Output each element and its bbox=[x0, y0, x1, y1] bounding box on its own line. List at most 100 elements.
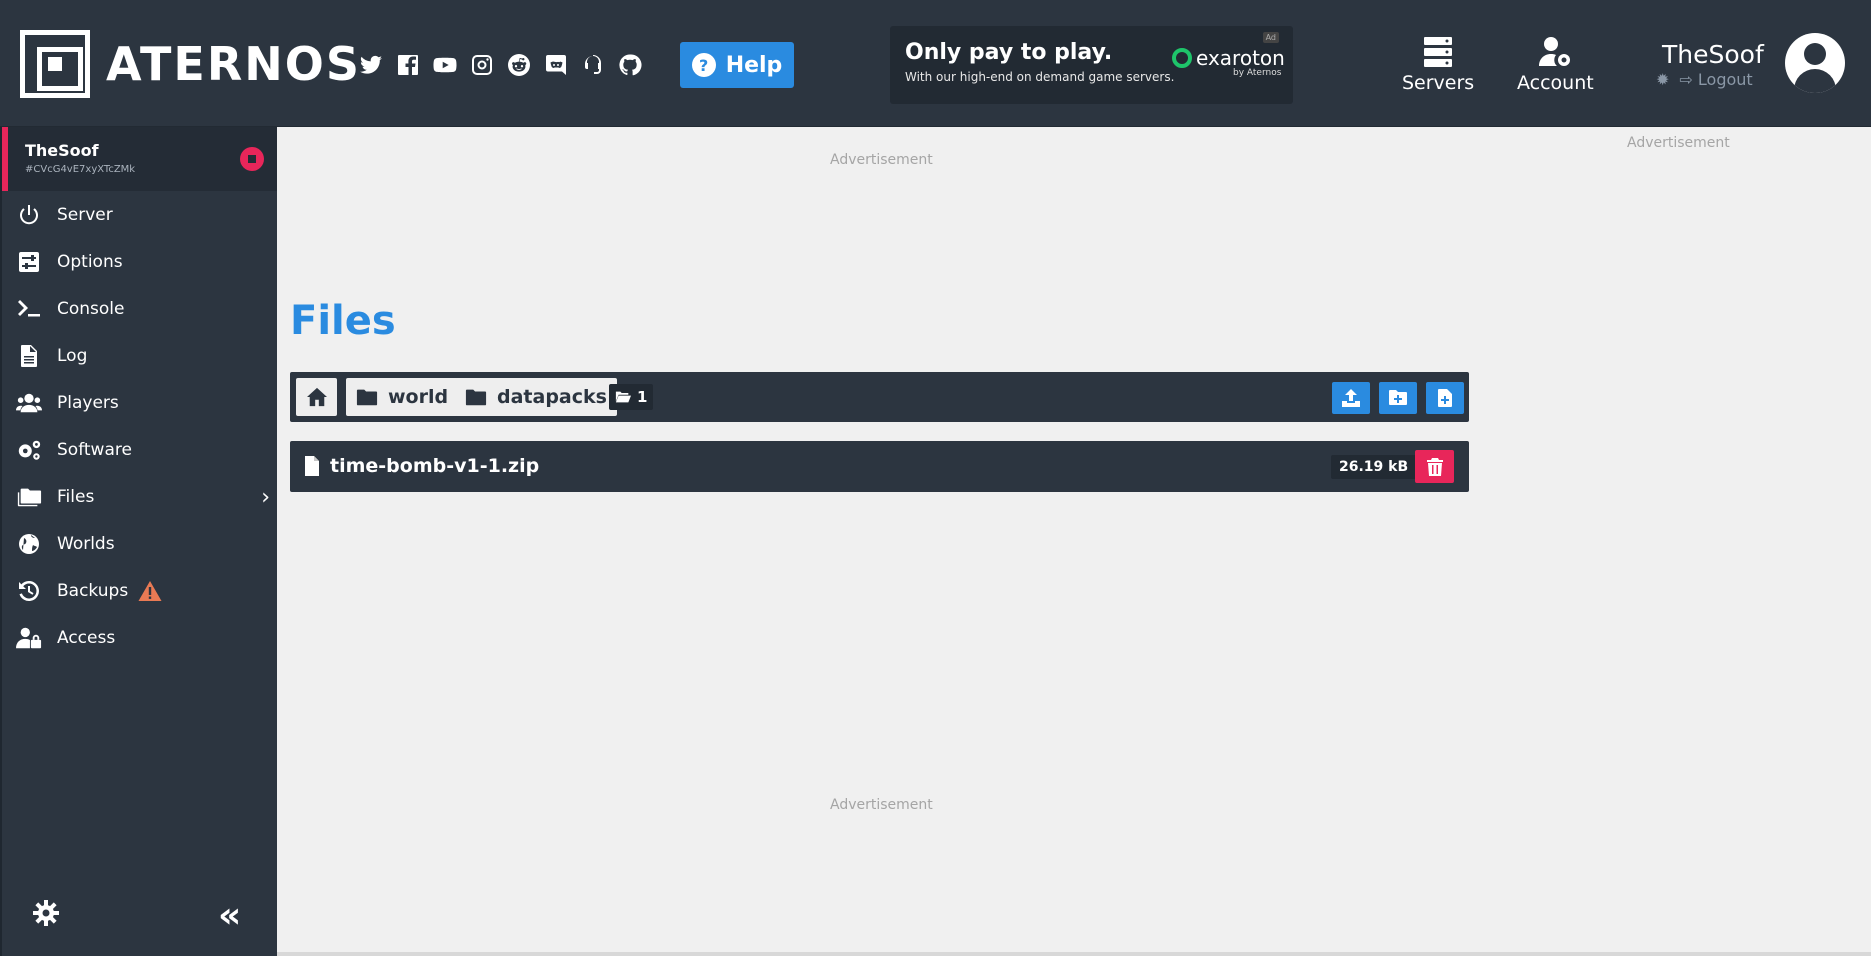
file-size: 26.19 kB bbox=[1331, 455, 1417, 479]
new-file-icon bbox=[1438, 389, 1452, 407]
servers-icon bbox=[1424, 37, 1453, 67]
sidebar-item-label: Log bbox=[57, 346, 88, 366]
user-name[interactable]: TheSoof bbox=[1662, 40, 1764, 69]
bottom-divider bbox=[277, 952, 1871, 956]
social-links bbox=[358, 52, 643, 78]
top-bar: ATERNOS ? Help Only pay to play. With ou… bbox=[0, 0, 1871, 127]
breadcrumb-folder[interactable]: datapacks bbox=[455, 378, 617, 416]
folder-icon bbox=[465, 389, 487, 406]
youtube-icon[interactable] bbox=[432, 52, 458, 78]
sliders-icon bbox=[16, 250, 48, 274]
power-icon bbox=[16, 203, 48, 227]
sidebar-item-label: Options bbox=[57, 252, 123, 272]
breadcrumb-label: world bbox=[388, 386, 449, 408]
sidebar-item-label: Players bbox=[57, 393, 119, 413]
terminal-icon bbox=[16, 297, 48, 321]
instagram-icon[interactable] bbox=[469, 52, 495, 78]
sidebar-item-access[interactable]: Access bbox=[16, 618, 278, 658]
github-icon[interactable] bbox=[617, 52, 643, 78]
aternos-logo[interactable]: ATERNOS bbox=[20, 30, 361, 98]
servers-label: Servers bbox=[1402, 72, 1475, 94]
support-headset-icon[interactable] bbox=[580, 52, 606, 78]
folder-open-icon bbox=[615, 391, 631, 403]
logout-link[interactable]: ⇨ Logout bbox=[1679, 70, 1752, 89]
sidebar-item-backups[interactable]: Backups bbox=[16, 571, 278, 611]
question-circle-icon: ? bbox=[691, 53, 716, 77]
sidebar-item-label: Console bbox=[57, 299, 125, 319]
help-button[interactable]: ? Help bbox=[680, 42, 794, 88]
sidebar-item-worlds[interactable]: Worlds bbox=[16, 524, 278, 564]
file-row[interactable]: time-bomb-v1-1.zip 26.19 kB bbox=[290, 441, 1469, 492]
sidebar-item-server[interactable]: Server bbox=[16, 195, 278, 235]
logo-text: ATERNOS bbox=[106, 37, 361, 91]
folder-count-badge: 1 bbox=[609, 384, 654, 410]
exaroton-brand: exaroton bbox=[1196, 46, 1285, 70]
folders-icon bbox=[16, 485, 48, 509]
settings-gear-icon[interactable]: ✹ bbox=[1656, 70, 1669, 89]
new-folder-button[interactable] bbox=[1379, 382, 1417, 414]
advertisement-label: Advertisement bbox=[1627, 135, 1730, 151]
ad-subline: With our high-end on demand game servers… bbox=[905, 70, 1175, 84]
breadcrumb-folder[interactable]: world bbox=[346, 378, 459, 416]
advertisement-label: Advertisement bbox=[830, 152, 933, 168]
exaroton-by: by Aternos bbox=[1233, 68, 1282, 78]
collapse-sidebar-icon[interactable]: « bbox=[218, 895, 241, 936]
sidebar-item-log[interactable]: Log bbox=[16, 336, 278, 376]
twitter-icon[interactable] bbox=[358, 52, 384, 78]
nav-servers[interactable]: Servers bbox=[1402, 36, 1474, 94]
sidebar-item-options[interactable]: Options bbox=[16, 242, 278, 282]
reddit-icon[interactable] bbox=[506, 52, 532, 78]
user-lock-icon bbox=[16, 626, 48, 650]
server-box[interactable]: TheSoof #CVcG4vE7xyXTcZMk bbox=[2, 127, 277, 191]
users-icon bbox=[16, 391, 48, 415]
avatar[interactable] bbox=[1785, 33, 1845, 93]
chevron-right-icon: › bbox=[261, 484, 270, 510]
sidebar-item-players[interactable]: Players bbox=[16, 383, 278, 423]
sidebar-item-software[interactable]: Software bbox=[16, 430, 278, 470]
upload-icon bbox=[1342, 389, 1360, 407]
account-label: Account bbox=[1517, 72, 1594, 94]
exaroton-logo: exaroton bbox=[1172, 46, 1285, 70]
ad-headline: Only pay to play. bbox=[905, 40, 1113, 65]
folder-icon bbox=[356, 389, 378, 406]
page-title: Files bbox=[290, 298, 396, 344]
upload-button[interactable] bbox=[1332, 382, 1370, 414]
sidebar-item-label: Server bbox=[57, 205, 113, 225]
file-name[interactable]: time-bomb-v1-1.zip bbox=[330, 455, 539, 477]
document-icon bbox=[16, 344, 48, 368]
new-file-button[interactable] bbox=[1426, 382, 1464, 414]
sidebar: TheSoof #CVcG4vE7xyXTcZMk Server Options… bbox=[0, 127, 277, 956]
home-icon bbox=[306, 387, 327, 407]
user-cog-icon bbox=[1539, 37, 1571, 66]
folder-count: 1 bbox=[637, 388, 648, 406]
sidebar-item-label: Worlds bbox=[57, 534, 115, 554]
sidebar-item-label: Access bbox=[57, 628, 116, 648]
facebook-icon[interactable] bbox=[395, 52, 421, 78]
history-icon bbox=[16, 579, 48, 603]
delete-file-button[interactable] bbox=[1415, 450, 1454, 483]
sidebar-item-label: Files bbox=[57, 487, 95, 507]
settings-gear-icon[interactable] bbox=[32, 899, 60, 927]
breadcrumb-label: datapacks bbox=[497, 386, 607, 408]
new-folder-icon bbox=[1389, 390, 1407, 405]
advertisement-label: Advertisement bbox=[830, 797, 933, 813]
sidebar-item-label: Software bbox=[57, 440, 132, 460]
server-status-stop-icon[interactable] bbox=[240, 147, 264, 171]
sidebar-item-files[interactable]: Files › bbox=[16, 477, 278, 517]
server-name: TheSoof bbox=[25, 141, 99, 160]
gears-icon bbox=[16, 438, 48, 462]
ad-banner[interactable]: Only pay to play. With our high-end on d… bbox=[890, 26, 1293, 104]
breadcrumb-home[interactable] bbox=[296, 378, 337, 416]
ad-badge: Ad bbox=[1262, 32, 1279, 43]
sidebar-item-label: Backups bbox=[57, 581, 129, 601]
nav-account[interactable]: Account bbox=[1517, 36, 1594, 94]
globe-icon bbox=[16, 532, 48, 556]
warning-icon bbox=[138, 581, 162, 601]
trash-icon bbox=[1426, 457, 1443, 476]
help-label: Help bbox=[725, 52, 783, 78]
discord-icon[interactable] bbox=[543, 52, 569, 78]
aternos-logo-icon bbox=[20, 30, 90, 98]
file-icon bbox=[305, 456, 319, 476]
sidebar-item-console[interactable]: Console bbox=[16, 289, 278, 329]
breadcrumb: world datapacks 1 bbox=[290, 372, 1469, 422]
